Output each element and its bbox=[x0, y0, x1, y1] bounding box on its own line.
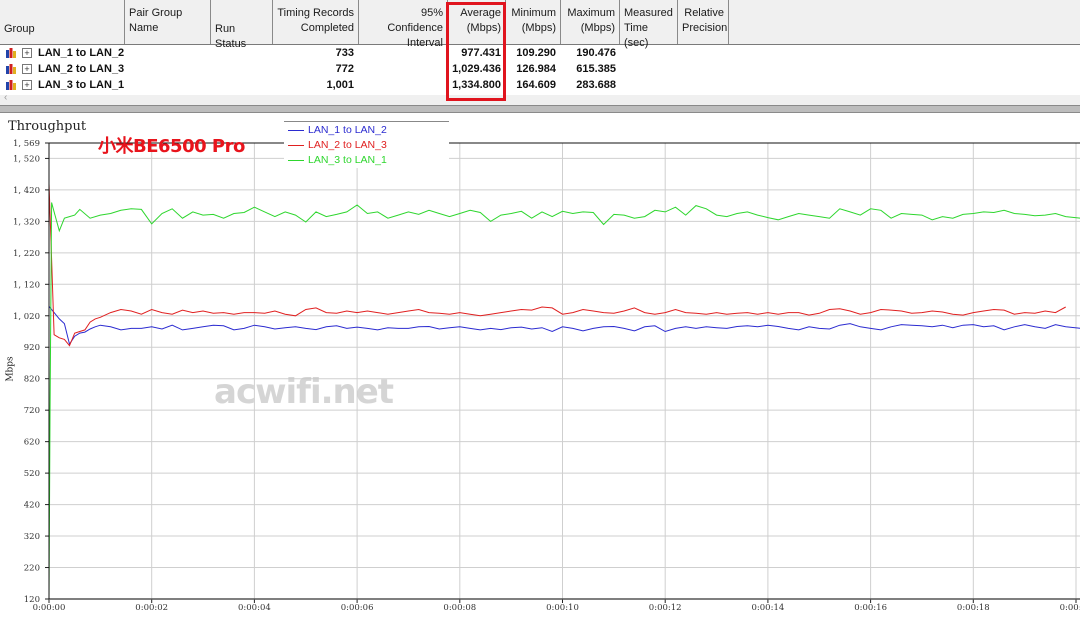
series-line-2 bbox=[48, 183, 1066, 347]
x-axis-ticks: 0:00:00 0:00:02 0:00:04 0:00:06 0:00:08 0:00:… bbox=[33, 599, 1080, 613]
x-tick-label: 0:00:18 bbox=[957, 603, 990, 613]
y-tick-label: 720 bbox=[24, 406, 40, 416]
x-tick-label: 0:00:06 bbox=[341, 603, 374, 613]
x-tick-label: 0:00:00 bbox=[33, 603, 66, 613]
y-tick-label: 1, 569 bbox=[13, 139, 40, 149]
x-tick-label: 0:00:20 bbox=[1060, 603, 1080, 613]
chart-legend: LAN_1 to LAN_2 LAN_2 to LAN_3 LAN_3 to L… bbox=[284, 121, 449, 168]
y-tick-label: 1, 520 bbox=[13, 154, 40, 164]
chart-title: Throughput bbox=[8, 119, 87, 134]
y-tick-label: 820 bbox=[24, 375, 40, 385]
legend-item: LAN_2 to LAN_3 bbox=[288, 138, 387, 153]
legend-item: LAN_3 to LAN_1 bbox=[288, 153, 387, 168]
y-tick-label: 1, 120 bbox=[13, 280, 40, 290]
x-tick-label: 0:00:10 bbox=[546, 603, 579, 613]
legend-item: LAN_1 to LAN_2 bbox=[288, 123, 387, 138]
y-tick-label: 320 bbox=[24, 532, 40, 542]
legend-label: LAN_1 to LAN_2 bbox=[308, 124, 387, 136]
x-tick-label: 0:00:04 bbox=[238, 603, 271, 613]
y-tick-label: 520 bbox=[24, 469, 40, 479]
legend-label: LAN_2 to LAN_3 bbox=[308, 139, 387, 151]
legend-swatch bbox=[288, 129, 304, 131]
device-annotation: 小米BE6500 Pro bbox=[98, 136, 245, 157]
y-axis-label: Mbps bbox=[5, 356, 16, 382]
legend-swatch bbox=[288, 144, 304, 146]
watermark: acwifi.net bbox=[214, 372, 394, 412]
throughput-chart: 1202203204205206207208209201, 0201, 1201… bbox=[13, 139, 1080, 613]
y-tick-label: 1, 420 bbox=[13, 186, 40, 196]
x-tick-label: 0:00:12 bbox=[649, 603, 682, 613]
series-lines bbox=[48, 183, 1080, 600]
series-line-3 bbox=[48, 202, 1080, 600]
legend-label: LAN_3 to LAN_1 bbox=[308, 154, 387, 166]
x-tick-label: 0:00:02 bbox=[135, 603, 168, 613]
y-tick-label: 620 bbox=[24, 438, 40, 448]
y-tick-label: 220 bbox=[24, 564, 40, 574]
x-tick-label: 0:00:14 bbox=[752, 603, 785, 613]
x-tick-label: 0:00:16 bbox=[854, 603, 887, 613]
y-tick-label: 920 bbox=[24, 343, 40, 353]
x-tick-label: 0:00:08 bbox=[443, 603, 476, 613]
y-axis-ticks: 1202203204205206207208209201, 0201, 1201… bbox=[13, 139, 49, 605]
y-tick-label: 1, 220 bbox=[13, 249, 40, 259]
y-tick-label: 1, 320 bbox=[13, 217, 40, 227]
y-tick-label: 1, 020 bbox=[13, 312, 40, 322]
legend-swatch bbox=[288, 159, 304, 161]
y-tick-label: 420 bbox=[24, 501, 40, 511]
